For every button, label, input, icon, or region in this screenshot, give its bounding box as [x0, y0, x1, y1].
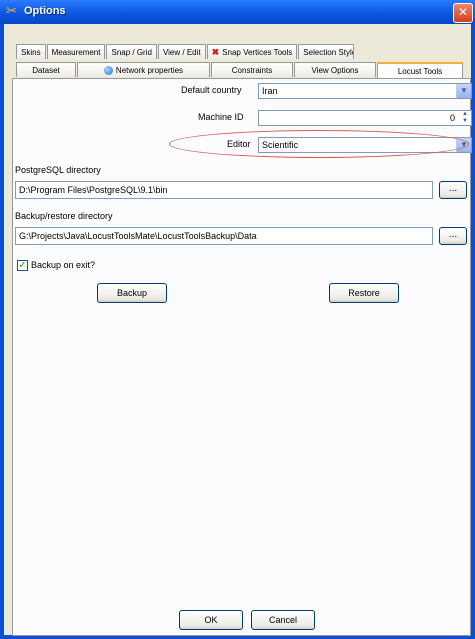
tab-snap-grid[interactable]: Snap / Grid — [106, 44, 157, 59]
tab-dataset[interactable]: Dataset — [16, 62, 76, 77]
editor-label: Editor — [227, 139, 251, 149]
tab-view-edit[interactable]: View / Edit — [157, 44, 206, 59]
globe-icon — [103, 65, 113, 75]
tab-view-options[interactable]: View Options — [294, 62, 376, 77]
backup-directory-field[interactable]: G:\Projects\Java\LocustToolsMate\LocustT… — [15, 227, 433, 245]
options-window: ✂ Options ✕ Skins Measurement Snap / Gri… — [0, 0, 475, 639]
backup-on-exit-checkbox[interactable]: ✓ — [17, 260, 28, 271]
tab-network-properties[interactable]: Network properties — [77, 62, 210, 77]
default-country-combo[interactable]: Iran ▼ — [258, 83, 472, 99]
postgresql-directory-label: PostgreSQL directory — [15, 165, 101, 175]
chevron-down-icon[interactable]: ▼ — [456, 84, 471, 98]
browse-postgresql-button[interactable]: ... — [439, 181, 467, 199]
spinner-arrows[interactable]: ▲ ▼ — [459, 111, 471, 125]
editor-value: Scientific — [262, 140, 299, 150]
tab-locust-tools[interactable]: Locust Tools — [377, 62, 463, 78]
ok-button[interactable]: OK — [179, 610, 243, 630]
postgresql-directory-field[interactable]: D:\Program Files\PostgreSQL\9.1\bin — [15, 181, 433, 199]
tab-selection-style[interactable]: Selection Style — [298, 44, 355, 59]
tab-skins[interactable]: Skins — [16, 44, 46, 59]
backup-on-exit-label: Backup on exit? — [31, 260, 96, 270]
default-country-label: Default country — [181, 85, 242, 95]
tab-row-1: Skins Measurement Snap / Grid View / Edi… — [16, 44, 355, 60]
tab-constraints[interactable]: Constraints — [211, 62, 293, 77]
window-title: Options — [24, 5, 66, 17]
editor-combo[interactable]: Scientific ▼ — [258, 137, 472, 153]
tools-icon: ✂ — [6, 4, 17, 19]
postgresql-directory-value: D:\Program Files\PostgreSQL\9.1\bin — [19, 185, 168, 195]
backup-directory-value: G:\Projects\Java\LocustToolsMate\LocustT… — [19, 231, 257, 241]
restore-button[interactable]: Restore — [329, 283, 399, 303]
tab-measurement[interactable]: Measurement — [46, 44, 106, 59]
machine-id-value: 0 — [449, 113, 455, 123]
default-country-value: Iran — [262, 86, 278, 96]
locust-tools-panel: Default country Iran ▼ Machine ID 0 ▲ ▼ E… — [12, 78, 472, 636]
tab-row-2: Dataset Network properties Constraints V… — [16, 62, 467, 78]
snap-vertices-icon: ✖ — [211, 46, 220, 57]
spin-up-icon[interactable]: ▲ — [459, 111, 471, 118]
title-bar[interactable]: ✂ Options ✕ — [0, 0, 475, 24]
close-button[interactable]: ✕ — [453, 3, 473, 23]
dialog-client: Skins Measurement Snap / Grid View / Edi… — [4, 24, 472, 636]
chevron-down-icon[interactable]: ▼ — [456, 138, 471, 152]
spin-down-icon[interactable]: ▼ — [459, 118, 471, 125]
browse-backup-button[interactable]: ... — [439, 227, 467, 245]
cancel-button[interactable]: Cancel — [251, 610, 315, 630]
backup-button[interactable]: Backup — [97, 283, 167, 303]
machine-id-label: Machine ID — [198, 112, 244, 122]
close-icon: ✕ — [457, 5, 469, 19]
tab-snap-vertices-tools[interactable]: ✖ Snap Vertices Tools — [206, 44, 298, 59]
machine-id-spinner[interactable]: 0 ▲ ▼ — [258, 110, 472, 126]
backup-directory-label: Backup/restore directory — [15, 211, 113, 221]
